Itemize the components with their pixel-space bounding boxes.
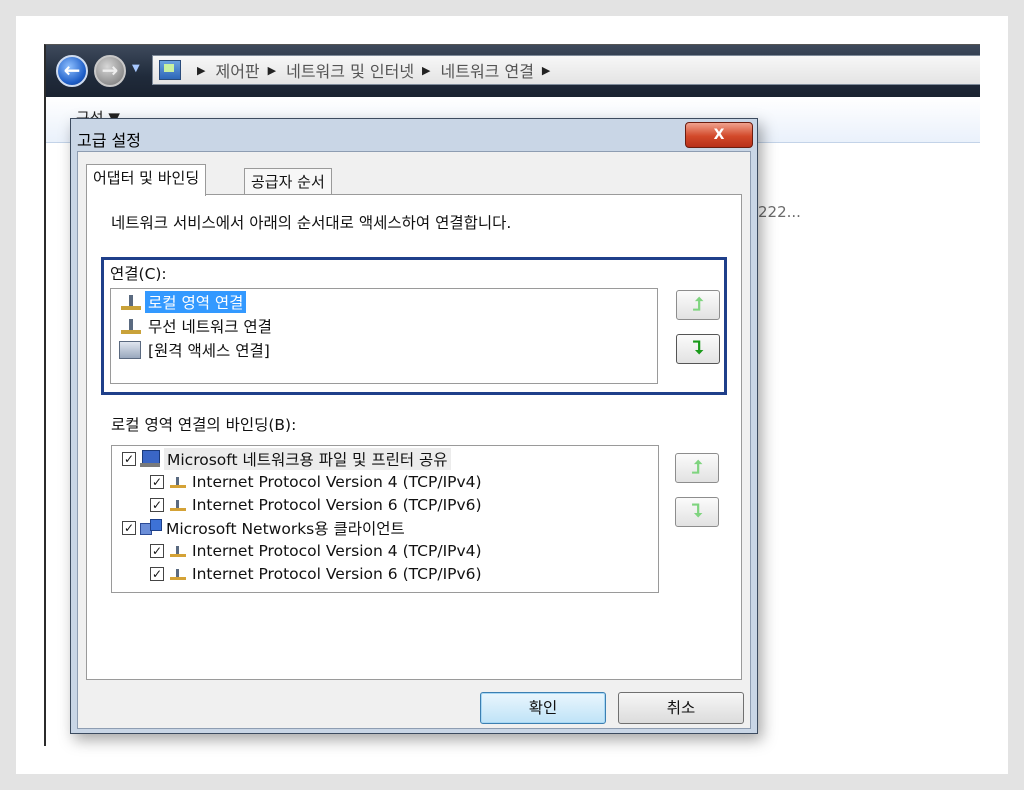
- background-item-text: 222...: [758, 203, 801, 221]
- advanced-settings-dialog: 고급 설정 X 어댑터 및 바인딩 공급자 순서 네트워크 서비스에서 아래의 …: [70, 118, 758, 734]
- history-dropdown-icon[interactable]: ▼: [132, 63, 140, 74]
- protocol-icon: [168, 497, 188, 513]
- arrow-down-icon: ⮧: [692, 338, 704, 359]
- control-panel-icon: [159, 60, 181, 80]
- close-button[interactable]: X: [685, 122, 753, 148]
- binding-item[interactable]: ✓ Internet Protocol Version 6 (TCP/IPv6): [150, 563, 482, 585]
- back-button[interactable]: ←: [56, 55, 88, 87]
- protocol-icon: [168, 566, 188, 582]
- breadcrumb-arrow-icon[interactable]: ▶: [422, 64, 430, 77]
- protocol-icon: [168, 474, 188, 490]
- breadcrumb-item[interactable]: 네트워크 연결: [441, 58, 534, 82]
- arrow-up-icon: ⮥: [691, 457, 703, 478]
- close-icon: X: [713, 127, 725, 143]
- binding-label: Internet Protocol Version 6 (TCP/IPv6): [192, 496, 482, 514]
- binding-item[interactable]: ✓ Microsoft 네트워크용 파일 및 프린터 공유: [122, 448, 451, 470]
- bindings-list[interactable]: ✓ Microsoft 네트워크용 파일 및 프린터 공유 ✓ Internet…: [111, 445, 659, 593]
- breadcrumb-arrow-icon[interactable]: ▶: [197, 64, 205, 77]
- connection-move-up-button[interactable]: ⮥: [676, 290, 720, 320]
- binding-checkbox[interactable]: ✓: [150, 498, 164, 512]
- binding-move-down-button[interactable]: ⮧: [675, 497, 719, 527]
- connection-label: [원격 액세스 연결]: [148, 342, 270, 360]
- tab-adapters-bindings[interactable]: 어댑터 및 바인딩: [86, 164, 207, 196]
- binding-label: Internet Protocol Version 4 (TCP/IPv4): [192, 473, 482, 491]
- binding-checkbox[interactable]: ✓: [150, 544, 164, 558]
- bindings-label: 로컬 영역 연결의 바인딩(B):: [111, 416, 297, 434]
- connection-label: 무선 네트워크 연결: [148, 318, 272, 336]
- binding-move-up-button[interactable]: ⮥: [675, 453, 719, 483]
- binding-label: Internet Protocol Version 4 (TCP/IPv4): [192, 542, 482, 560]
- arrow-up-icon: ⮥: [692, 294, 704, 315]
- network-client-icon: [140, 519, 162, 537]
- protocol-icon: [168, 543, 188, 559]
- dialup-icon: [119, 341, 141, 359]
- connection-item-wireless[interactable]: 무선 네트워크 연결: [119, 315, 275, 337]
- breadcrumb-item[interactable]: 네트워크 및 인터넷: [286, 58, 414, 82]
- connections-group: 연결(C): 로컬 영역 연결 무선 네트워크 연결 [원격 액세스 연결] ⮥…: [101, 257, 727, 395]
- breadcrumb-item[interactable]: 제어판: [215, 58, 259, 82]
- binding-item[interactable]: ✓ Internet Protocol Version 6 (TCP/IPv6): [150, 494, 482, 516]
- binding-checkbox[interactable]: ✓: [150, 567, 164, 581]
- cancel-button[interactable]: 취소: [618, 692, 744, 724]
- binding-checkbox[interactable]: ✓: [122, 452, 136, 466]
- breadcrumb-arrow-icon[interactable]: ▶: [542, 64, 550, 77]
- connection-item-remote-access[interactable]: [원격 액세스 연결]: [119, 339, 273, 361]
- forward-button[interactable]: →: [94, 55, 126, 87]
- binding-checkbox[interactable]: ✓: [122, 521, 136, 535]
- connections-label: 연결(C):: [110, 265, 167, 283]
- network-adapter-icon: [119, 317, 143, 335]
- binding-label: Microsoft 네트워크용 파일 및 프린터 공유: [164, 448, 451, 470]
- arrow-down-icon: ⮧: [691, 501, 703, 522]
- binding-label: Microsoft Networks용 클라이언트: [166, 520, 405, 538]
- breadcrumb-arrow-icon[interactable]: ▶: [268, 64, 276, 77]
- network-adapter-icon: [119, 293, 143, 311]
- file-printer-sharing-icon: [140, 450, 160, 468]
- dialog-title: 고급 설정: [77, 131, 141, 150]
- binding-item[interactable]: ✓ Microsoft Networks용 클라이언트: [122, 517, 405, 539]
- tab-panel: 네트워크 서비스에서 아래의 순서대로 액세스하여 연결합니다. 연결(C): …: [86, 194, 742, 680]
- binding-item[interactable]: ✓ Internet Protocol Version 4 (TCP/IPv4): [150, 540, 482, 562]
- description-text: 네트워크 서비스에서 아래의 순서대로 액세스하여 연결합니다.: [111, 214, 512, 232]
- ok-button[interactable]: 확인: [480, 692, 606, 724]
- tab-provider-order[interactable]: 공급자 순서: [244, 168, 332, 196]
- connections-list[interactable]: 로컬 영역 연결 무선 네트워크 연결 [원격 액세스 연결]: [110, 288, 658, 384]
- binding-checkbox[interactable]: ✓: [150, 475, 164, 489]
- binding-label: Internet Protocol Version 6 (TCP/IPv6): [192, 565, 482, 583]
- connection-move-down-button[interactable]: ⮧: [676, 334, 720, 364]
- connection-item-local-area[interactable]: 로컬 영역 연결: [119, 291, 247, 313]
- address-bar[interactable]: ▶ 제어판 ▶ 네트워크 및 인터넷 ▶ 네트워크 연결 ▶: [152, 55, 980, 85]
- connection-label: 로컬 영역 연결: [145, 291, 247, 313]
- dialog-body: 어댑터 및 바인딩 공급자 순서 네트워크 서비스에서 아래의 순서대로 액세스…: [77, 151, 751, 729]
- explorer-navbar: ← → ▼ ▶ 제어판 ▶ 네트워크 및 인터넷 ▶ 네트워크 연결 ▶: [46, 45, 980, 97]
- binding-item[interactable]: ✓ Internet Protocol Version 4 (TCP/IPv4): [150, 471, 482, 493]
- breadcrumb: ▶ 제어판 ▶ 네트워크 및 인터넷 ▶ 네트워크 연결 ▶: [189, 58, 560, 82]
